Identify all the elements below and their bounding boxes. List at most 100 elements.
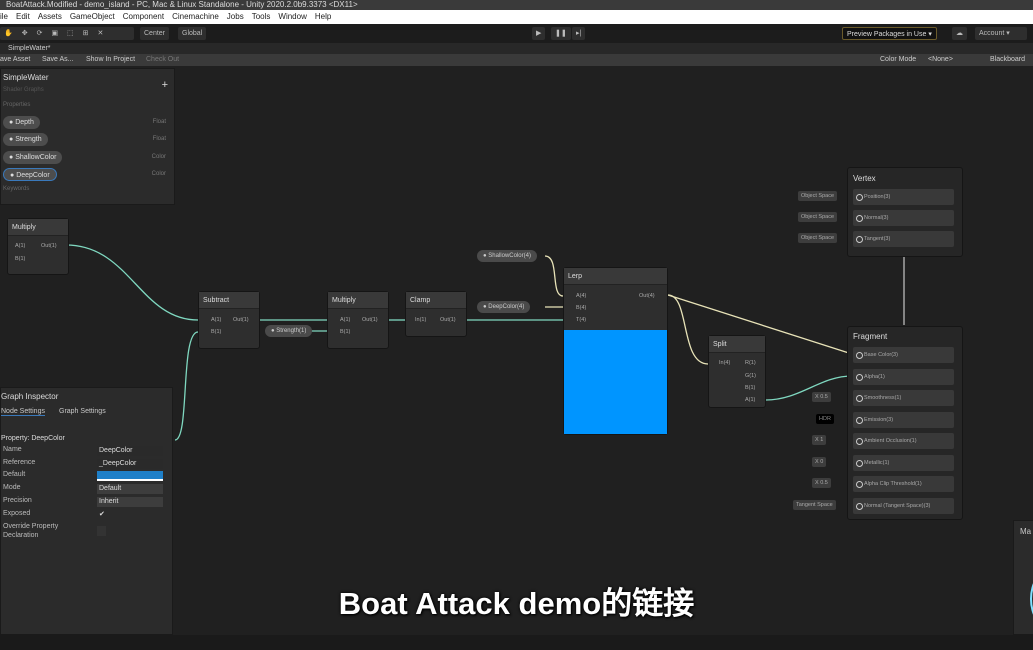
override-label: Override Property Declaration [3, 523, 59, 539]
metallic-input[interactable]: X 0 [812, 457, 827, 467]
vertex-title: Vertex [853, 174, 876, 183]
blackboard-panel: SimpleWater Shader Graphs + Properties ●… [0, 68, 175, 205]
precision-dropdown[interactable]: Inherit [97, 497, 163, 507]
node-title: Lerp [564, 268, 667, 285]
subtract-node[interactable]: Subtract A(1) B(1) Out(1) [198, 291, 260, 349]
add-property-button[interactable]: + [162, 79, 168, 91]
lerp-node[interactable]: Lerp A(4) B(4) T(4) Out(4) [563, 267, 668, 435]
vertex-block[interactable]: Vertex Position(3) Normal(3) Tangent(3) [847, 167, 963, 257]
status-bar [0, 635, 1033, 650]
output-port[interactable]: Out(1) [233, 317, 249, 323]
property-name: Depth [15, 119, 34, 126]
emission-slot[interactable]: Emission(3) [853, 412, 954, 428]
smoothness-input[interactable]: X 0.5 [812, 392, 831, 402]
name-label: Name [3, 446, 22, 453]
edge [174, 331, 199, 441]
input-port[interactable]: B(1) [211, 329, 221, 335]
emission-color-input[interactable]: HDR [816, 414, 834, 424]
split-node[interactable]: Split In(4) R(1) G(1) B(1) A(1) [708, 335, 766, 408]
property-deepcolor[interactable]: ● DeepColor [3, 168, 57, 181]
default-color-field[interactable] [97, 471, 163, 481]
input-port[interactable]: In(4) [719, 360, 730, 366]
fragment-title: Fragment [853, 332, 888, 341]
alpha-clip-input[interactable]: X 0.5 [812, 478, 831, 488]
multiply-node-2[interactable]: Multiply A(1) B(1) Out(1) [327, 291, 389, 349]
normal-slot[interactable]: Normal(3) [853, 210, 954, 226]
space-dropdown[interactable]: Object Space [798, 212, 838, 222]
mode-label: Mode [3, 484, 21, 491]
name-field[interactable]: DeepColor [97, 446, 163, 456]
inspector-heading: Property: DeepColor [1, 435, 65, 442]
property-depth[interactable]: ● Depth [3, 116, 40, 129]
node-title: Subtract [199, 292, 259, 309]
default-label: Default [3, 471, 26, 478]
property-type: Color [151, 154, 166, 160]
multiply-node[interactable]: Multiply A(1) B(1) Out(1) [7, 218, 69, 275]
property-name: ShallowColor [15, 154, 57, 161]
edge [544, 255, 564, 297]
ambient-occlusion-input[interactable]: X 1 [812, 435, 827, 445]
pill-label: Strength(1) [276, 328, 307, 334]
output-port[interactable]: Out(1) [362, 317, 378, 323]
property-type: Float [152, 119, 166, 125]
shallowcolor-property-node[interactable]: ● ShallowColor(4) [477, 250, 537, 262]
mode-dropdown[interactable]: Default [97, 484, 163, 494]
node-title: Multiply [328, 292, 388, 309]
video-subtitle: Boat Attack demo的链接 [338, 586, 695, 621]
property-shallowcolor[interactable]: ● ShallowColor [3, 151, 63, 164]
metallic-slot[interactable]: Metallic(1) [853, 455, 954, 471]
input-port[interactable]: In(1) [415, 317, 426, 323]
input-port[interactable]: A(1) [15, 243, 25, 249]
deepcolor-property-node[interactable]: ● DeepColor(4) [477, 301, 531, 313]
output-port[interactable]: Out(4) [639, 293, 655, 299]
output-port[interactable]: Out(1) [440, 317, 456, 323]
override-checkbox[interactable] [97, 526, 106, 536]
tab-graph-settings[interactable]: Graph Settings [59, 408, 106, 415]
input-port[interactable]: B(1) [340, 329, 350, 335]
property-strength[interactable]: ● Strength [3, 133, 48, 146]
output-port[interactable]: R(1) [745, 360, 756, 366]
input-port[interactable]: A(4) [576, 293, 586, 299]
normal-space-dropdown[interactable]: Tangent Space [793, 500, 836, 510]
base-color-slot[interactable]: Base Color(3) [853, 347, 954, 363]
ambient-occlusion-slot[interactable]: Ambient Occlusion(1) [853, 433, 954, 449]
property-type: Float [152, 136, 166, 142]
normal-tangent-slot[interactable]: Normal (Tangent Space)(3) [853, 498, 954, 514]
pill-label: ShallowColor(4) [488, 253, 531, 259]
exposed-checkbox[interactable]: ✔ [97, 510, 107, 520]
tangent-slot[interactable]: Tangent(3) [853, 231, 954, 247]
input-port[interactable]: B(4) [576, 305, 586, 311]
property-name: DeepColor [16, 172, 50, 179]
property-name: Strength [15, 136, 42, 143]
output-port[interactable]: B(1) [745, 385, 755, 391]
output-port[interactable]: G(1) [745, 373, 756, 379]
precision-label: Precision [3, 497, 32, 504]
input-port[interactable]: A(1) [340, 317, 350, 323]
reference-field[interactable]: _DeepColor [97, 459, 163, 469]
input-port[interactable]: T(4) [576, 317, 586, 323]
inspector-title: Graph Inspector [1, 392, 59, 401]
fragment-block[interactable]: Fragment Base Color(3) Alpha(1) Smoothne… [847, 326, 963, 520]
edge [765, 375, 853, 401]
space-dropdown[interactable]: Object Space [798, 233, 838, 243]
alpha-slot[interactable]: Alpha(1) [853, 369, 954, 385]
output-port[interactable]: A(1) [745, 397, 755, 403]
tab-node-settings[interactable]: Node Settings [1, 408, 45, 416]
input-port[interactable]: B(1) [15, 256, 25, 262]
node-title: Clamp [406, 292, 466, 309]
blackboard-subtitle: Shader Graphs [3, 87, 44, 93]
position-slot[interactable]: Position(3) [853, 189, 954, 205]
exposed-label: Exposed [3, 510, 31, 517]
input-port[interactable]: A(1) [211, 317, 221, 323]
strength-property-node[interactable]: ● Strength(1) [265, 325, 313, 337]
mode-value: Default [99, 485, 122, 492]
lerp-preview [564, 330, 667, 434]
clamp-node[interactable]: Clamp In(1) Out(1) [405, 291, 467, 337]
output-port[interactable]: Out(1) [41, 243, 57, 249]
space-dropdown[interactable]: Object Space [798, 191, 838, 201]
property-type: Color [151, 171, 166, 177]
alpha-clip-slot[interactable]: Alpha Clip Threshold(1) [853, 476, 954, 492]
smoothness-slot[interactable]: Smoothness(1) [853, 390, 954, 406]
main-preview-title: Ma [1020, 527, 1032, 536]
properties-section: Properties [3, 102, 31, 108]
